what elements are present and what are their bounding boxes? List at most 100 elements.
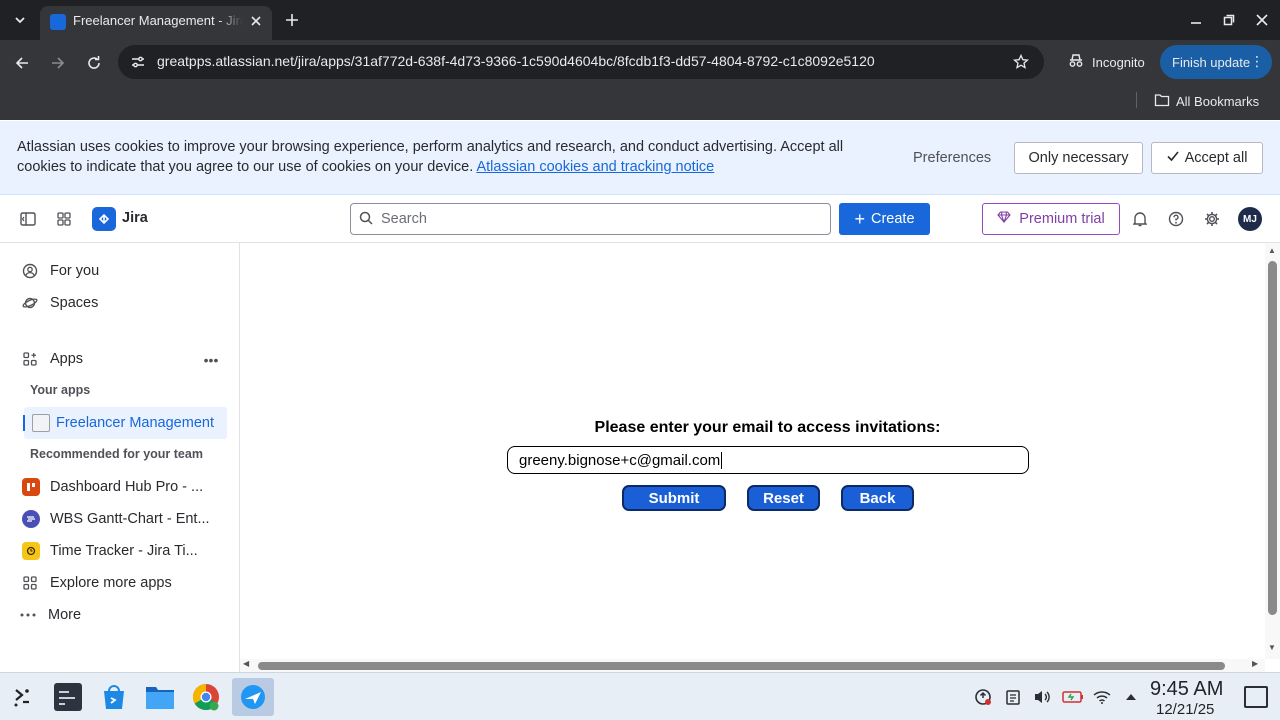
horizontal-scroll-thumb[interactable] (258, 662, 1225, 670)
all-bookmarks-button[interactable]: All Bookmarks (1154, 91, 1259, 111)
sidebar-item-freelancer-management[interactable]: Freelancer Management (23, 407, 227, 439)
sidebar-item-apps[interactable]: Apps (16, 343, 226, 375)
bookmarks-divider (1136, 92, 1137, 108)
chrome-app-icon[interactable] (190, 681, 222, 713)
finish-update-button[interactable]: Finish update ⋮ (1160, 45, 1272, 79)
address-bar[interactable]: greatpps.atlassian.net/jira/apps/31af772… (118, 45, 1044, 79)
clock-time[interactable]: 9:45 AM (1150, 678, 1223, 701)
time-tracker-icon (22, 542, 40, 560)
sidebar-item-dashboard-hub[interactable]: Dashboard Hub Pro - ... (16, 471, 226, 503)
close-icon (251, 16, 261, 26)
arrow-right-icon (52, 57, 65, 69)
plus-icon: + (854, 208, 865, 229)
jira-top-nav: Jira Search + Create Premium trial MJ (0, 195, 1280, 243)
user-circle-icon (18, 263, 42, 279)
jira-logo-icon[interactable] (92, 207, 116, 231)
show-desktop-button[interactable] (1244, 686, 1268, 708)
maximize-button[interactable] (1217, 8, 1241, 32)
clipboard-tray-icon[interactable] (1004, 688, 1022, 706)
tab-search-button[interactable] (8, 8, 32, 32)
close-window-button[interactable] (1250, 8, 1274, 32)
plus-icon (286, 14, 298, 26)
search-icon (359, 211, 373, 230)
scroll-up-icon[interactable]: ▲ (1268, 246, 1276, 255)
sidebar-item-label: Spaces (50, 295, 99, 311)
diamond-icon (997, 211, 1012, 227)
incognito-icon (1068, 53, 1084, 71)
sidebar-item-time-tracker[interactable]: Time Tracker - Jira Ti... (16, 535, 226, 567)
arrow-left-icon (15, 57, 28, 69)
vertical-scroll-thumb[interactable] (1268, 261, 1277, 615)
sidebar-toggle-icon[interactable] (16, 207, 40, 231)
apps-grid-icon (18, 352, 42, 366)
back-nav-button[interactable] (8, 49, 36, 77)
tab-close-button[interactable] (246, 11, 266, 31)
close-icon (1256, 14, 1268, 26)
search-input[interactable]: Search (350, 203, 831, 235)
browser-toolbar: greatpps.atlassian.net/jira/apps/31af772… (0, 40, 1280, 86)
sidebar-item-for-you[interactable]: For you (16, 255, 226, 287)
minimize-button[interactable] (1184, 8, 1208, 32)
clock-date[interactable]: 12/21/25 (1156, 701, 1214, 718)
scroll-right-icon[interactable]: ▶ (1252, 659, 1258, 668)
jira-sidebar: For you Spaces Apps ••• Your apps Freela… (0, 243, 240, 672)
sidebar-item-label: Time Tracker - Jira Ti... (50, 543, 198, 559)
tray-expand-icon[interactable] (1122, 688, 1140, 706)
settings-gear-icon[interactable] (1200, 207, 1224, 231)
premium-trial-label: Premium trial (1019, 211, 1105, 227)
sidebar-item-label: Dashboard Hub Pro - ... (50, 479, 204, 495)
email-prompt: Please enter your email to access invita… (594, 419, 941, 436)
site-info-icon[interactable] (128, 52, 148, 72)
sidebar-item-spaces[interactable]: Spaces (16, 287, 226, 319)
email-value: greeny.bignose+c@gmail.com (519, 451, 721, 469)
only-necessary-button[interactable]: Only necessary (1014, 142, 1143, 174)
bookmark-star-icon[interactable] (1011, 52, 1031, 72)
sidebar-item-more[interactable]: More (14, 599, 224, 631)
apps-more-actions-button[interactable]: ••• (200, 349, 222, 371)
premium-trial-button[interactable]: Premium trial (982, 203, 1120, 235)
accept-all-button[interactable]: Accept all (1151, 142, 1263, 174)
jira-favicon-icon (50, 14, 66, 30)
forward-nav-button[interactable] (44, 49, 72, 77)
launcher-icon[interactable] (6, 681, 38, 713)
app-content-frame: Please enter your email to access invita… (240, 243, 1265, 659)
active-app-icon[interactable] (232, 678, 274, 716)
sidebar-item-label: Explore more apps (50, 575, 172, 591)
new-tab-button[interactable] (280, 8, 304, 32)
update-tray-icon[interactable] (974, 688, 992, 706)
scroll-down-icon[interactable]: ▼ (1268, 643, 1276, 652)
reset-button[interactable]: Reset (747, 485, 820, 511)
battery-icon[interactable] (1062, 688, 1084, 706)
scroll-left-icon[interactable]: ◀ (243, 659, 249, 668)
user-avatar[interactable]: MJ (1238, 207, 1262, 231)
jira-product-name[interactable]: Jira (122, 210, 148, 226)
more-horizontal-icon (16, 613, 40, 617)
accept-all-label: Accept all (1184, 150, 1248, 166)
incognito-indicator[interactable]: Incognito (1056, 45, 1156, 79)
browser-tab-active[interactable]: Freelancer Management - Jira (40, 6, 272, 40)
email-field[interactable]: greeny.bignose+c@gmail.com (507, 446, 1029, 474)
volume-icon[interactable] (1033, 688, 1051, 706)
app-switcher-icon[interactable] (52, 207, 76, 231)
create-label: Create (870, 211, 915, 227)
sidebar-item-wbs-gantt[interactable]: WBS Gantt-Chart - Ent... (16, 503, 226, 535)
reload-button[interactable] (80, 49, 108, 77)
cookie-notice-link[interactable]: Atlassian cookies and tracking notice (476, 159, 714, 175)
folder-icon (1154, 93, 1170, 110)
terminal-app-icon[interactable] (52, 681, 84, 713)
submit-button[interactable]: Submit (622, 485, 726, 511)
notifications-icon[interactable] (1128, 207, 1152, 231)
vertical-scrollbar[interactable]: ▲ ▼ (1265, 243, 1280, 659)
back-button[interactable]: Back (841, 485, 914, 511)
your-apps-heading: Your apps (30, 383, 91, 397)
horizontal-scrollbar[interactable]: ◀ ▶ (240, 659, 1265, 672)
preferences-button[interactable]: Preferences (904, 142, 1000, 174)
store-app-icon[interactable] (98, 681, 130, 713)
selected-indicator (23, 415, 25, 431)
create-button[interactable]: + Create (839, 203, 930, 235)
help-icon[interactable] (1164, 207, 1188, 231)
sidebar-item-explore-apps[interactable]: Explore more apps (16, 567, 226, 599)
search-placeholder: Search (381, 211, 427, 227)
wifi-icon[interactable] (1093, 688, 1111, 706)
file-manager-icon[interactable] (144, 681, 176, 713)
